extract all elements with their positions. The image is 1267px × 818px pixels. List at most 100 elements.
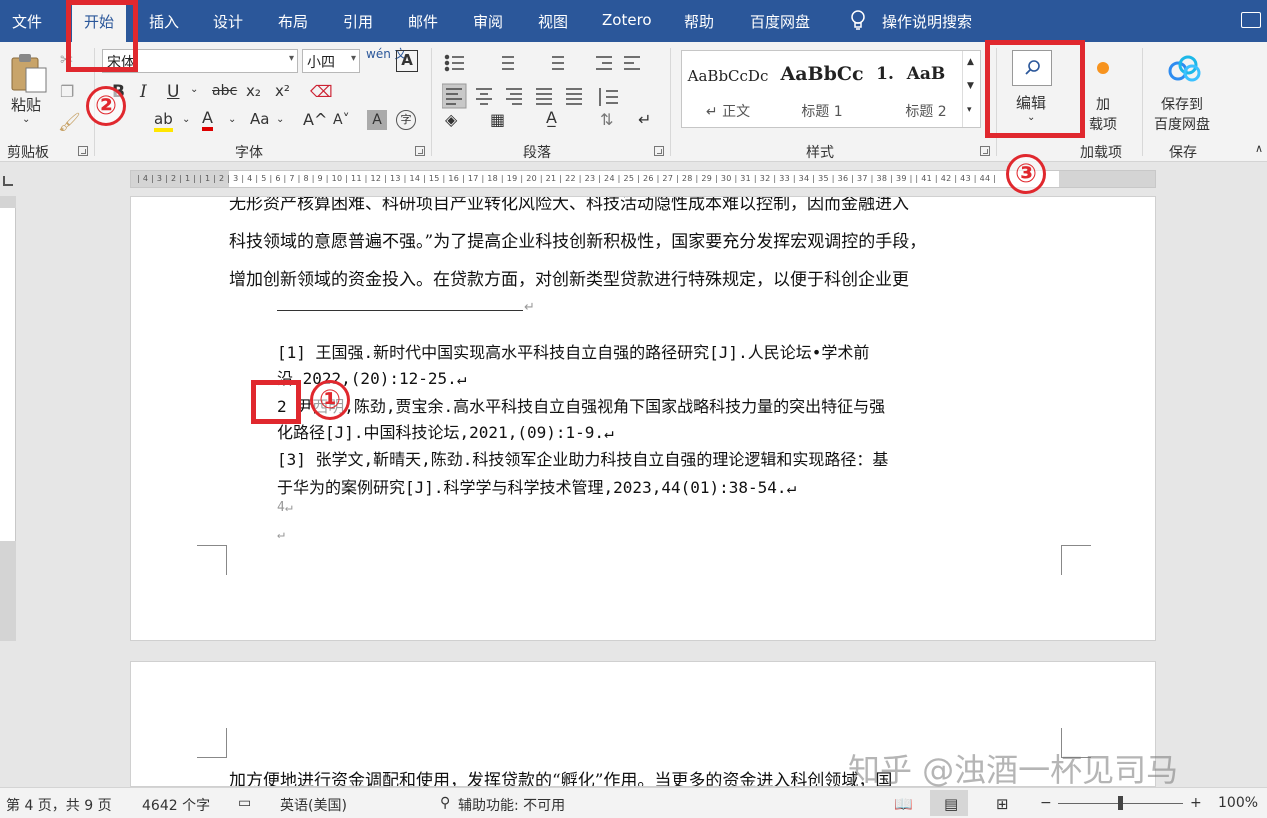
clipboard-launcher-icon[interactable] [78, 146, 88, 156]
more-styles-icon[interactable]: ▾ [967, 105, 972, 115]
tab-file[interactable]: 文件 [12, 11, 42, 32]
strikethrough-button[interactable]: abc [212, 83, 237, 99]
read-mode-icon[interactable]: 📖 [894, 795, 913, 813]
print-layout-icon: ▤ [944, 795, 959, 813]
shading-icon[interactable]: ◈ [445, 110, 457, 129]
footnote-separator [277, 310, 523, 311]
zoom-in-button[interactable]: + [1190, 795, 1202, 811]
sort-icon[interactable]: ⇅ [600, 110, 613, 129]
tell-me-search[interactable]: 操作说明搜索 [882, 11, 972, 32]
chevron-down-icon[interactable]: ⌄ [182, 114, 190, 125]
font-color-icon[interactable]: A [202, 108, 213, 131]
tab-references[interactable]: 引用 [343, 11, 373, 32]
addins-label-2[interactable]: 载项 [1089, 114, 1117, 134]
style-sample: AaBbCc [780, 63, 864, 85]
web-layout-icon[interactable]: ⊞ [996, 795, 1009, 813]
chevron-up-icon[interactable]: ▲ [967, 57, 974, 67]
annotation-box-reference-2 [251, 380, 301, 424]
paste-icon[interactable] [8, 50, 50, 94]
format-painter-icon[interactable]: 🖌 [58, 112, 81, 133]
tab-mailings[interactable]: 邮件 [408, 11, 438, 32]
chevron-down-icon[interactable]: ⌄ [190, 84, 198, 95]
chinese-layout-icon[interactable]: A̲ [546, 108, 557, 127]
style-normal[interactable]: AaBbCcDc ↵ 正文 [682, 51, 774, 127]
page-counter[interactable]: 第 4 页，共 9 页 [6, 795, 112, 815]
tab-insert[interactable]: 插入 [149, 11, 179, 32]
chevron-down-icon[interactable]: ⌄ [228, 114, 236, 125]
paste-dropdown-icon[interactable]: ⌄ [22, 114, 30, 125]
italic-button[interactable]: I [140, 82, 147, 102]
reference-line: 2 尹西明,陈劲,贾宝余.高水平科技自立自强视角下国家战略科技力量的突出特征与强 [277, 397, 886, 416]
ruler-margin-right [1059, 171, 1155, 187]
chevron-down-icon[interactable]: ▼ [967, 81, 974, 91]
phonetic-guide-icon[interactable]: wén 文 [366, 48, 407, 60]
character-border-icon[interactable]: A [396, 50, 418, 72]
vertical-ruler[interactable] [0, 196, 16, 641]
ruler-area: | 4 | 3 | 2 | 1 | | 1 | 2 | 3 | 4 | 5 | … [0, 162, 1267, 196]
tab-design[interactable]: 设计 [213, 11, 243, 32]
superscript-button[interactable]: x² [275, 82, 290, 100]
tab-view[interactable]: 视图 [538, 11, 568, 32]
ruler-numbers: | 4 | 3 | 2 | 1 | | 1 | 2 | 3 | 4 | 5 | … [137, 174, 997, 183]
tab-help[interactable]: 帮助 [684, 11, 714, 32]
zoom-slider-thumb[interactable] [1118, 796, 1123, 810]
styles-gallery: AaBbCcDc ↵ 正文 AaBbCc 标题 1 1. AaB 标题 2 ▲ … [681, 50, 981, 128]
reference-line: 沿,2022,(20):12-25.↵ [277, 369, 467, 388]
styles-scroll[interactable]: ▲ ▼ ▾ [962, 51, 980, 127]
crop-mark [1061, 545, 1091, 575]
style-heading-2[interactable]: AaB 标题 2 [894, 51, 958, 127]
character-shading-button[interactable]: A [367, 110, 387, 130]
style-heading-1[interactable]: AaBbCc 标题 1 [774, 51, 870, 127]
reference-line: [1] 王国强.新时代中国实现高水平科技自立自强的路径研究[J].人民论坛•学术… [277, 343, 870, 362]
chevron-down-icon: ▾ [288, 53, 294, 64]
enclose-characters-icon[interactable]: 字 [396, 110, 416, 130]
copy-icon[interactable]: ❐ [60, 82, 74, 101]
zoom-level[interactable]: 100% [1218, 795, 1258, 811]
ruler-margin-bottom [0, 541, 16, 641]
change-case-button[interactable]: Aa [250, 110, 269, 128]
body-text-line: 增加创新领域的资金投入。在贷款方面，对创新类型贷款进行特殊规定，以便于科创企业更 [229, 270, 909, 290]
chevron-down-icon[interactable]: ⌄ [276, 114, 284, 125]
word-count[interactable]: 4642 个字 [142, 795, 210, 815]
tab-zotero[interactable]: Zotero [602, 11, 652, 29]
style-name: 标题 2 [905, 104, 947, 120]
styles-launcher-icon[interactable] [980, 146, 990, 156]
collapse-ribbon-icon[interactable]: ∧ [1255, 142, 1263, 155]
paragraph-launcher-icon[interactable] [654, 146, 664, 156]
subscript-button[interactable]: x₂ [246, 82, 261, 100]
paste-label[interactable]: 粘贴 [11, 94, 41, 115]
underline-button[interactable]: U [167, 82, 179, 102]
addins-label-1[interactable]: 加 [1096, 94, 1110, 114]
grow-font-button[interactable]: A^ [303, 110, 327, 129]
style-name: 标题 1 [801, 104, 843, 120]
tab-baidu-netdisk[interactable]: 百度网盘 [750, 11, 810, 32]
baidu-netdisk-icon[interactable] [1166, 54, 1202, 84]
annotation-number-2: ② [86, 86, 126, 126]
zoom-out-button[interactable]: − [1040, 795, 1052, 811]
reference-line: [3] 张学文,靳晴天,陈劲.科技领军企业助力科技自立自强的理论逻辑和实现路径：… [277, 450, 889, 469]
highlight-icon[interactable]: ab [154, 110, 173, 132]
tab-selector-icon[interactable] [3, 176, 13, 186]
addins-icon[interactable] [1097, 62, 1109, 74]
show-marks-icon[interactable]: ↵ [638, 110, 651, 129]
clear-formatting-icon[interactable]: ⌫ [310, 82, 333, 101]
comment-icon[interactable] [1241, 12, 1261, 28]
accessibility-status[interactable]: 辅助功能: 不可用 [458, 795, 565, 815]
borders-icon[interactable]: ▦ [490, 110, 505, 129]
body-text-line: 加方便地进行资金调配和使用，发挥贷款的“孵化”作用。当更多的资金进入科创领域，国 [229, 771, 893, 787]
separator [431, 48, 432, 156]
body-text-line: 无形资产核算困难、科研项目产业转化风险大、科技活动隐性成本难以控制，因而金融进入 [229, 196, 909, 214]
styles-group-label: 样式 [806, 145, 834, 161]
tab-review[interactable]: 审阅 [473, 11, 503, 32]
save-baidu-label-1[interactable]: 保存到 [1161, 94, 1203, 114]
font-size-box[interactable]: 小四 ▾ [302, 49, 360, 73]
language-indicator[interactable]: 英语(美国) [280, 795, 347, 815]
tab-layout[interactable]: 布局 [278, 11, 308, 32]
annotation-box-home-tab [66, 0, 138, 72]
horizontal-ruler[interactable]: | 4 | 3 | 2 | 1 | | 1 | 2 | 3 | 4 | 5 | … [130, 170, 1156, 188]
shrink-font-button[interactable]: A˅ [333, 112, 350, 128]
save-baidu-label-2[interactable]: 百度网盘 [1154, 114, 1210, 134]
proofing-icon[interactable]: ▭ [238, 795, 251, 811]
font-launcher-icon[interactable] [415, 146, 425, 156]
menu-bar: 文件 开始 插入 设计 布局 引用 邮件 审阅 视图 Zotero 帮助 百度网… [0, 0, 1267, 42]
